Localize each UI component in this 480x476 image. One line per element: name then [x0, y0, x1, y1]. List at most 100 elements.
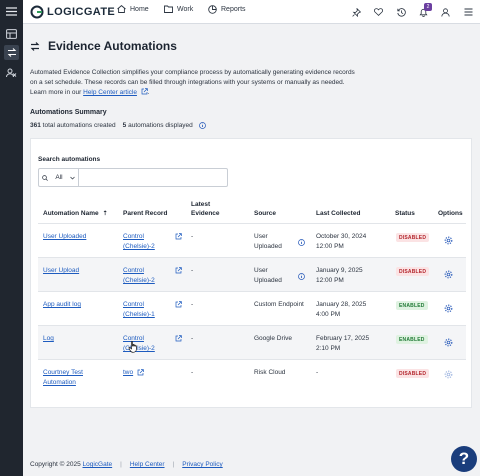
- search-label: Search automations: [38, 156, 101, 163]
- logo-text: LOGICGATE: [47, 6, 116, 18]
- last-collected-value: January 9, 2025 12:00 PM: [316, 267, 363, 284]
- privacy-policy-link[interactable]: Privacy Policy: [182, 461, 222, 468]
- parent-record-link[interactable]: Control (Chelsie)-2: [123, 232, 155, 252]
- external-link-icon[interactable]: [141, 88, 148, 95]
- user-icon[interactable]: [438, 5, 452, 19]
- status-badge: ENABLED: [396, 301, 428, 310]
- divider: |: [172, 461, 175, 468]
- total-count: 361: [30, 122, 41, 129]
- logo-icon: [30, 5, 44, 19]
- search-input[interactable]: [81, 170, 225, 185]
- table-row: Log Control (Chelsie)-2 - Google Drive Fe…: [38, 325, 466, 359]
- nav-reports[interactable]: Reports: [208, 5, 246, 14]
- reports-icon: [208, 5, 217, 14]
- latest-evidence-value: -: [191, 233, 194, 240]
- info-icon[interactable]: [298, 273, 305, 280]
- history-icon[interactable]: [394, 5, 408, 19]
- search-scope-value: All: [55, 174, 63, 181]
- page-title: Evidence Automations: [48, 39, 177, 53]
- menu-icon[interactable]: [4, 4, 19, 19]
- col-source[interactable]: Source: [254, 209, 276, 218]
- source-value: Risk Cloud: [254, 369, 286, 376]
- nav-work[interactable]: Work: [164, 5, 193, 13]
- status-badge: DISABLED: [396, 369, 430, 378]
- top-bar: LOGICGATE Home Work Reports 2: [23, 0, 480, 24]
- page-title-row: Evidence Automations: [30, 39, 177, 53]
- nav-home-label: Home: [130, 5, 149, 13]
- footer: Copyright © 2025 LogicGate | Help Center…: [30, 461, 223, 468]
- latest-evidence-value: -: [191, 369, 194, 376]
- total-label: total automations created: [42, 122, 116, 129]
- help-center-article-link[interactable]: Help Center article: [83, 89, 137, 96]
- external-link-icon[interactable]: [137, 369, 144, 376]
- info-icon[interactable]: [198, 122, 206, 129]
- external-link-icon[interactable]: [175, 267, 182, 274]
- automations-card: Search automations All Automation Name ⇡ …: [30, 138, 472, 408]
- latest-evidence-value: -: [191, 301, 194, 308]
- latest-evidence-value: -: [191, 267, 194, 274]
- gear-icon[interactable]: [444, 304, 453, 313]
- latest-evidence-value: -: [191, 335, 194, 342]
- source-value: Custom Endpoint: [254, 301, 304, 308]
- sort-icon[interactable]: ⇡: [103, 211, 108, 217]
- table-row: User Upload Control (Chelsie)-2 - User Upl…: [38, 257, 466, 291]
- parent-record-link[interactable]: Control (Chelsie)-2: [123, 266, 155, 286]
- source-value: User Uploaded: [254, 267, 282, 284]
- automation-name-link[interactable]: User Uploaded: [43, 232, 86, 242]
- table-row: Courtney Test Automation two - Risk Cloud…: [38, 359, 466, 393]
- col-automation-name[interactable]: Automation Name ⇡: [43, 209, 108, 219]
- logo[interactable]: LOGICGATE: [30, 4, 115, 20]
- automation-name-link[interactable]: User Upload: [43, 266, 79, 276]
- table-row: App audit log Control (Chelsie)-1 - Custo…: [38, 291, 466, 325]
- left-rail: [0, 0, 23, 476]
- pin-icon[interactable]: [349, 5, 363, 19]
- last-collected-value: February 17, 2025 2:10 PM: [316, 335, 370, 352]
- nav-home[interactable]: Home: [117, 5, 149, 13]
- gear-icon[interactable]: [444, 270, 453, 279]
- gear-icon[interactable]: [444, 370, 453, 379]
- info-icon[interactable]: [298, 239, 305, 246]
- status-badge: DISABLED: [396, 233, 430, 242]
- displayed-count: 5: [122, 122, 127, 129]
- col-status[interactable]: Status: [395, 209, 415, 218]
- col-last-collected[interactable]: Last Collected: [316, 209, 360, 218]
- external-link-icon[interactable]: [175, 233, 182, 240]
- home-icon: [117, 5, 126, 13]
- heart-icon[interactable]: [371, 5, 385, 19]
- source-value: Google Drive: [254, 335, 292, 342]
- last-collected-value: January 28, 2025 4:00 PM: [316, 301, 367, 318]
- source-value: User Uploaded: [254, 233, 282, 250]
- search-scope-select[interactable]: All: [39, 169, 79, 186]
- page-description: Automated Evidence Collection simplifies…: [30, 68, 355, 98]
- library-icon[interactable]: [4, 26, 19, 41]
- status-badge: ENABLED: [396, 335, 428, 344]
- search-box: All: [38, 168, 228, 187]
- description-end: .: [147, 89, 150, 96]
- description-text: Automated Evidence Collection simplifies…: [30, 69, 355, 96]
- copyright-text: Copyright © 2025: [30, 461, 81, 468]
- notification-badge: 2: [424, 3, 432, 11]
- summary-title: Automations Summary: [30, 109, 107, 116]
- external-link-icon[interactable]: [175, 335, 182, 342]
- external-link-icon[interactable]: [175, 301, 182, 308]
- gear-icon[interactable]: [444, 338, 453, 347]
- search-icon: [42, 174, 49, 181]
- status-badge: DISABLED: [396, 267, 430, 276]
- automation-name-link[interactable]: App audit log: [43, 300, 81, 310]
- automation-name-link[interactable]: Log: [43, 334, 54, 344]
- help-button[interactable]: ?: [451, 446, 477, 472]
- hamburger-icon[interactable]: [461, 5, 475, 19]
- col-parent-record[interactable]: Parent Record: [123, 209, 167, 218]
- automation-name-link[interactable]: Courtney Test Automation: [43, 368, 83, 388]
- parent-record-link[interactable]: two: [123, 368, 133, 378]
- col-options: Options: [438, 210, 463, 217]
- col-latest-evidence[interactable]: Latest Evidence: [191, 200, 220, 218]
- users-icon[interactable]: [4, 65, 19, 80]
- help-center-link[interactable]: Help Center: [130, 461, 165, 468]
- last-collected-value: October 30, 2024 12:00 PM: [316, 233, 367, 250]
- automations-icon[interactable]: [4, 45, 19, 60]
- company-link[interactable]: LogicGate: [83, 461, 113, 468]
- parent-record-link[interactable]: Control (Chelsie)-1: [123, 300, 155, 320]
- gear-icon[interactable]: [444, 236, 453, 245]
- summary-counts: 361 total automations created 5 automati…: [30, 122, 206, 129]
